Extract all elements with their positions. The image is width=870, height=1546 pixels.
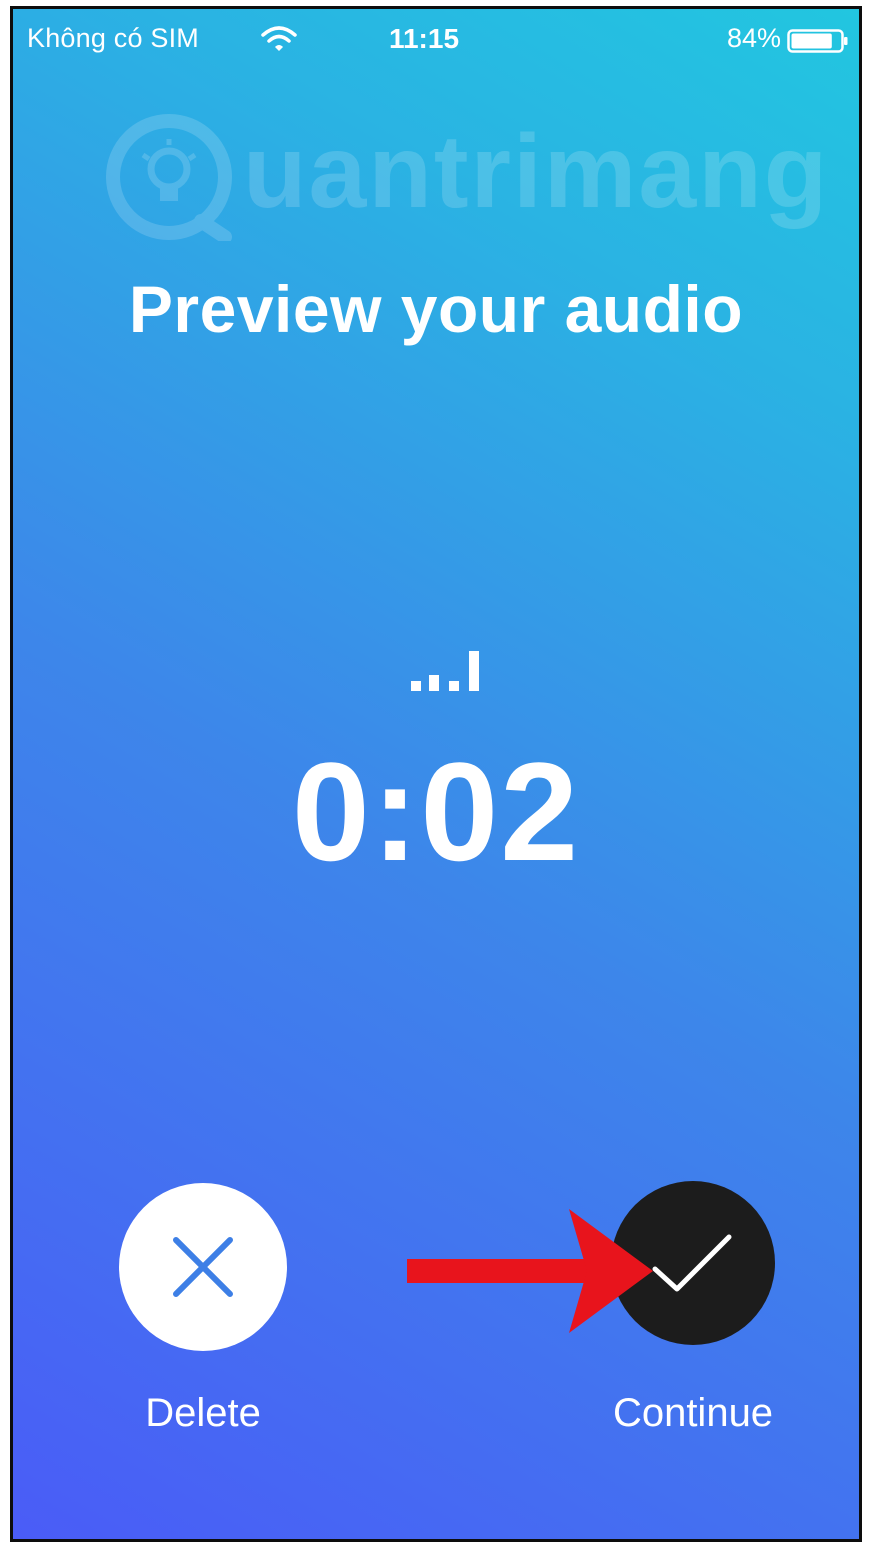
status-bar: Không có SIM 11:15 84% <box>13 9 859 73</box>
lightbulb-logo-icon <box>106 114 232 241</box>
watermark-text: uantrimang <box>243 114 830 230</box>
delete-button[interactable] <box>119 1183 287 1351</box>
audio-level-icon <box>411 651 479 691</box>
continue-label: Continue <box>612 1391 774 1435</box>
battery-percent: 84% <box>726 23 781 53</box>
close-icon <box>173 1237 233 1297</box>
delete-label: Delete <box>145 1391 261 1435</box>
page-title: Preview your audio <box>128 272 744 346</box>
red-arrow-annotation-icon <box>407 1209 653 1333</box>
watermark: uantrimang <box>93 105 827 245</box>
phone-screen: Không có SIM 11:15 84% uantrimang Previe… <box>10 6 862 1542</box>
battery-icon <box>787 29 848 53</box>
elapsed-time: 0:02 <box>291 733 581 890</box>
page-frame: Không có SIM 11:15 84% uantrimang Previe… <box>0 0 870 1546</box>
